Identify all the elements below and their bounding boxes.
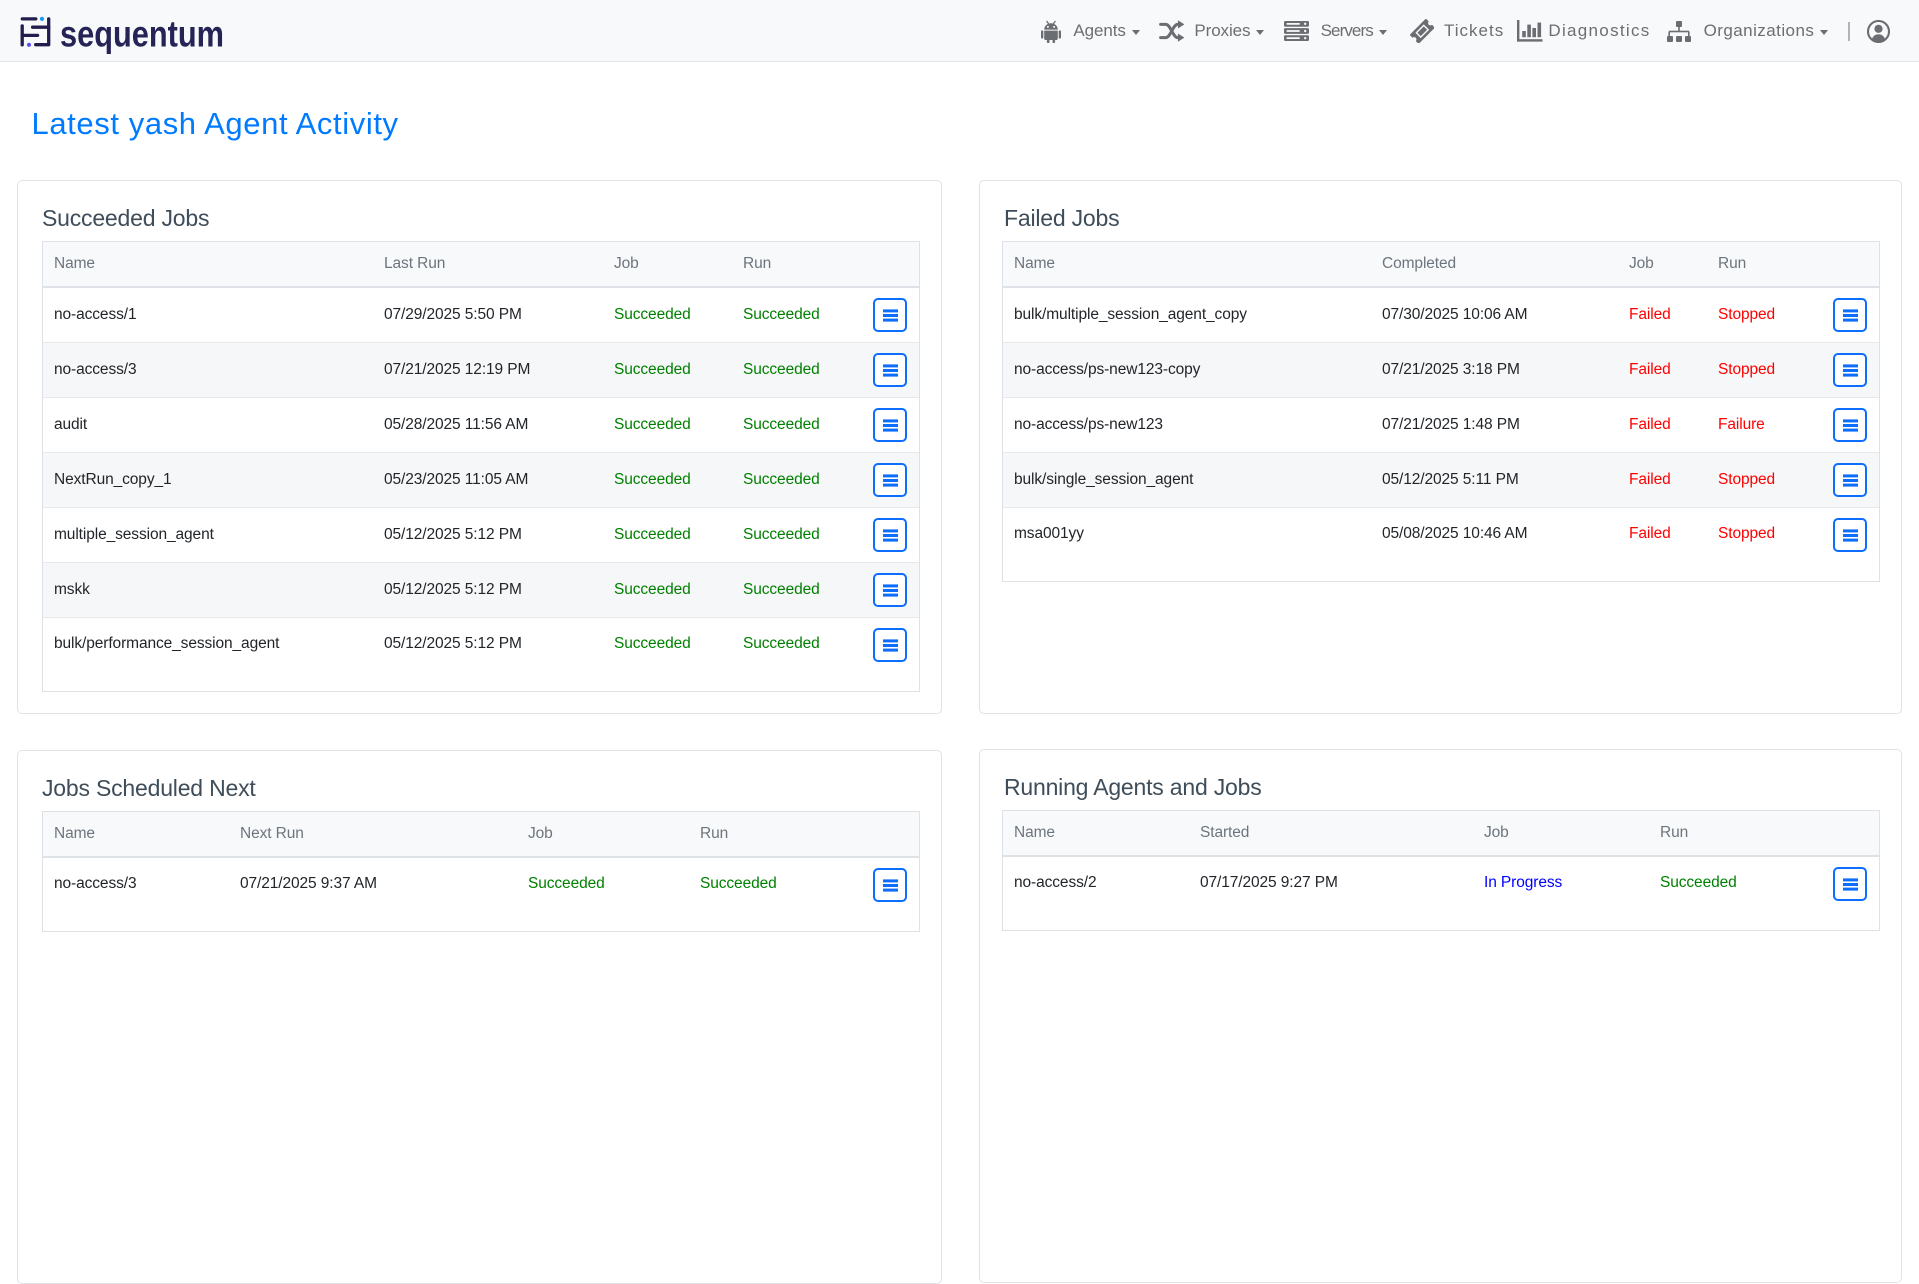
svg-text:sequentum: sequentum <box>60 13 224 54</box>
